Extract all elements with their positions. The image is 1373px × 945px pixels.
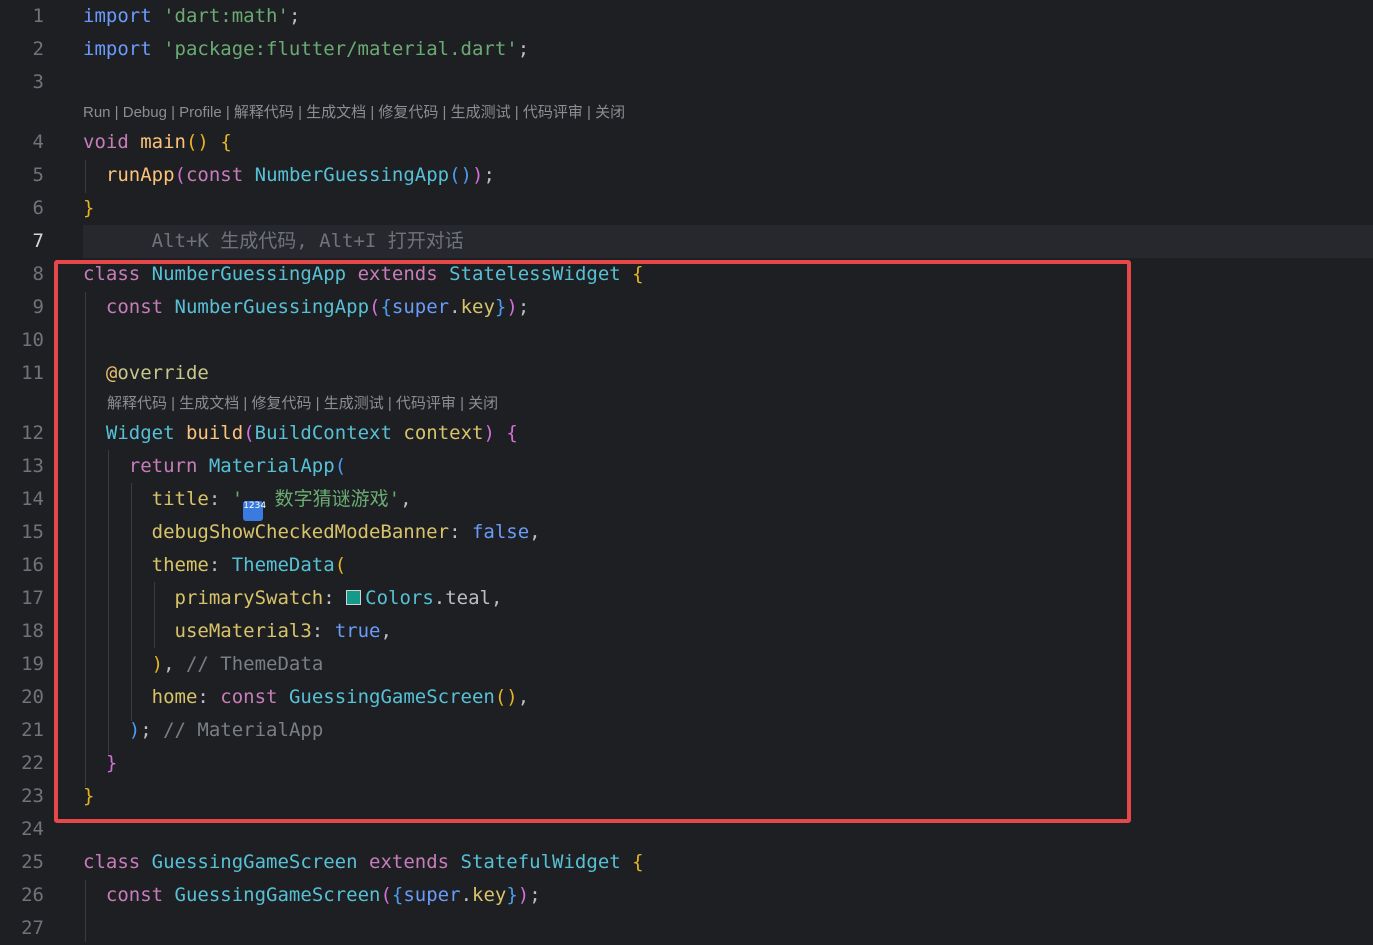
line-number: 15: [21, 521, 44, 543]
code-line[interactable]: void main() {: [83, 126, 232, 159]
keyword: import: [83, 5, 152, 27]
line-number: 3: [32, 71, 44, 93]
keyword: class: [83, 851, 141, 873]
inline-ai-hint: Alt+K 生成代码, Alt+I 打开对话: [151, 230, 464, 252]
code-lens-actions[interactable]: Run | Debug | Profile | 解释代码 | 生成文档 | 修复…: [83, 101, 625, 125]
punctuation: ;: [288, 5, 301, 27]
bracket: (): [449, 164, 472, 186]
line-number: 9: [32, 296, 44, 318]
code-editor[interactable]: 1 2 3 4 5 6 7 8 9 10 11 12 13 14 15 16 1…: [0, 0, 1373, 942]
bracket: {: [220, 131, 232, 153]
line-number: 19: [21, 653, 44, 675]
line-number: 27: [21, 917, 44, 939]
line-number: 26: [21, 884, 44, 906]
punctuation: ;: [483, 164, 495, 186]
line-number: 17: [21, 587, 44, 609]
keyword: extends: [369, 851, 450, 873]
line-number: 6: [32, 197, 44, 219]
line-number: 22: [21, 752, 44, 774]
bracket: (: [174, 164, 186, 186]
code-line[interactable]: import 'dart:math';: [83, 0, 300, 33]
bracket: (): [185, 131, 209, 153]
bracket: ): [472, 164, 484, 186]
line-number: 14: [21, 488, 44, 510]
line-number: 18: [21, 620, 44, 642]
class-name: GuessingGameScreen: [151, 851, 358, 873]
bracket: {: [632, 851, 644, 873]
line-number: 25: [21, 851, 44, 873]
punctuation: ;: [529, 884, 541, 906]
bracket: }: [83, 197, 95, 219]
code-line[interactable]: }: [83, 192, 94, 225]
class-name: NumberGuessingApp: [254, 164, 450, 186]
line-number-active: 7: [32, 230, 44, 252]
selection-highlight-box: [54, 260, 1131, 823]
line-number: 24: [21, 818, 44, 840]
code-line-current[interactable]: Alt+K 生成代码, Alt+I 打开对话: [83, 225, 464, 258]
punctuation: .: [460, 884, 473, 906]
class-name: StatefulWidget: [460, 851, 621, 873]
line-number: 8: [32, 263, 44, 285]
keyword: super: [403, 884, 461, 906]
code-line[interactable]: const GuessingGameScreen({super.key});: [83, 879, 541, 912]
keyword: const: [105, 884, 164, 906]
keyword: const: [185, 164, 244, 186]
line-number: 10: [21, 329, 44, 351]
line-number: 12: [21, 422, 44, 444]
function-name: runApp: [105, 164, 175, 186]
bracket: ): [517, 884, 530, 906]
code-line[interactable]: class GuessingGameScreen extends Statefu…: [83, 846, 644, 879]
bracket: {: [391, 884, 404, 906]
class-name: GuessingGameScreen: [174, 884, 381, 906]
line-number: 4: [32, 131, 44, 153]
line-number: 23: [21, 785, 44, 807]
line-number: 20: [21, 686, 44, 708]
bracket: }: [506, 884, 518, 906]
line-number: 5: [32, 164, 44, 186]
line-number: 1: [32, 5, 44, 27]
function-name: main: [140, 131, 186, 153]
punctuation: ;: [517, 38, 530, 60]
line-number: 21: [21, 719, 44, 741]
bracket: (: [380, 884, 392, 906]
property: key: [472, 884, 507, 906]
line-number: 11: [21, 362, 44, 384]
string-literal: 'dart:math': [163, 5, 289, 27]
code-line[interactable]: runApp(const NumberGuessingApp());: [83, 159, 495, 192]
line-number: 13: [21, 455, 44, 477]
line-number: 16: [21, 554, 44, 576]
code-line[interactable]: import 'package:flutter/material.dart';: [83, 33, 529, 66]
keyword: void: [83, 131, 129, 153]
string-literal: 'package:flutter/material.dart': [163, 38, 518, 60]
keyword: import: [83, 38, 152, 60]
line-number: 2: [32, 38, 44, 60]
